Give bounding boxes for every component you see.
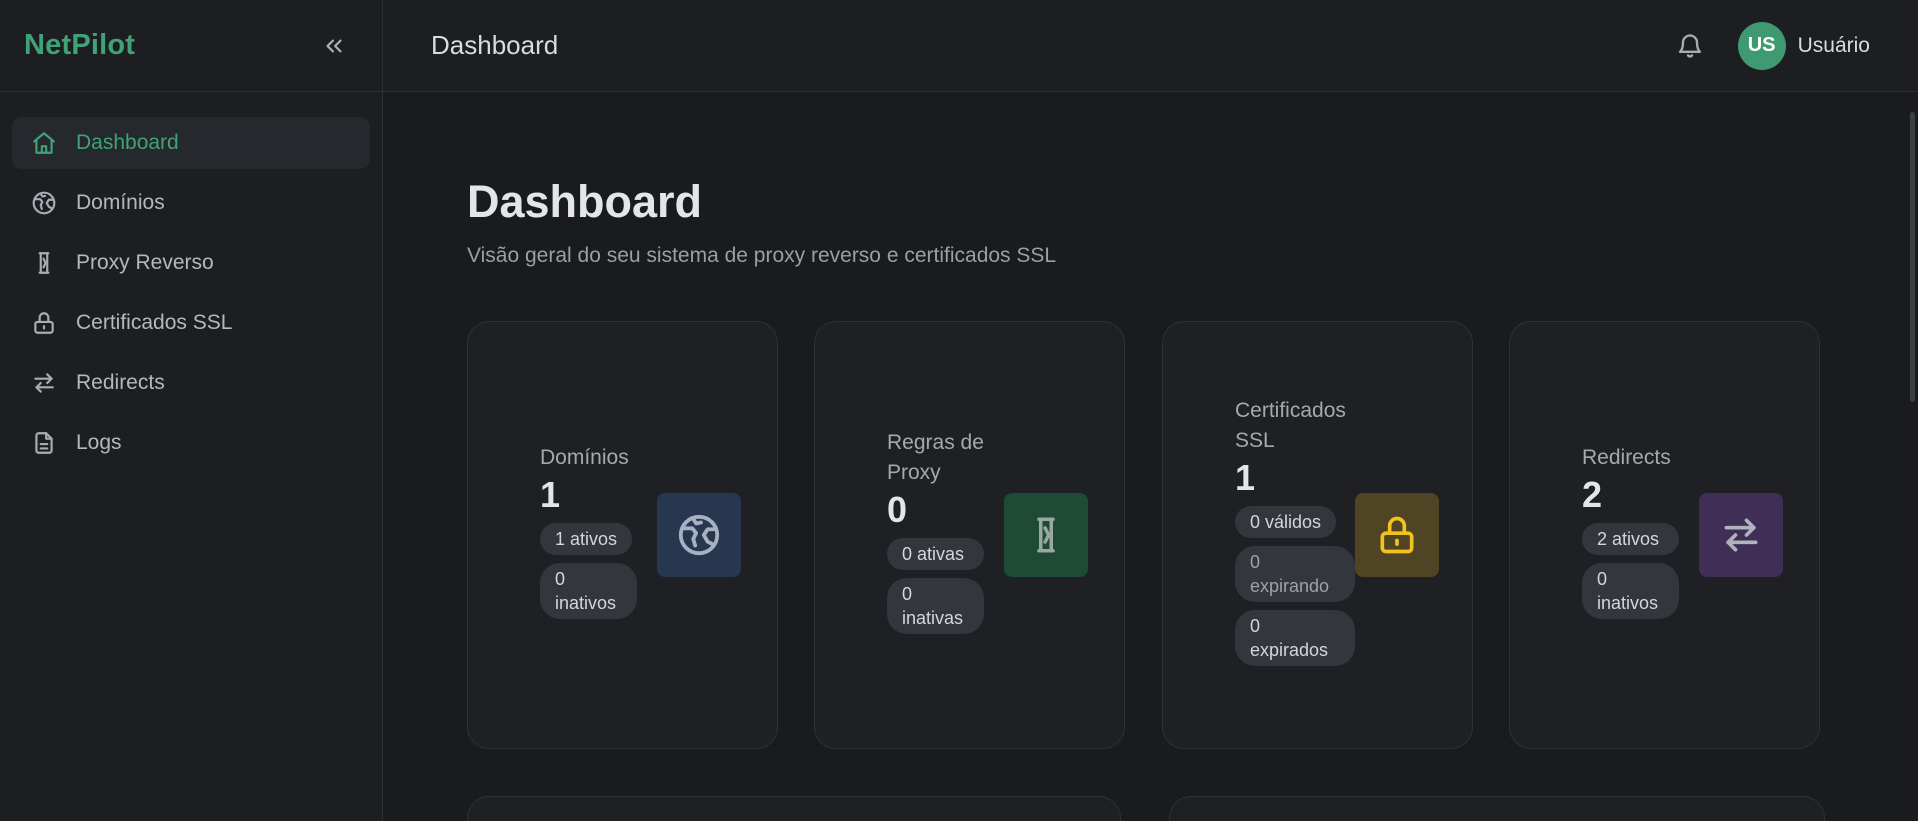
status-badge: 0 inativos	[1582, 563, 1679, 619]
status-badge: 1 ativos	[540, 523, 633, 555]
status-badge: 0 ativas	[887, 538, 984, 570]
stat-card-label: Certificados SSL	[1235, 399, 1346, 452]
sidebar-item-proxy-reverso[interactable]: Proxy Reverso	[12, 237, 370, 289]
arrows-icon	[1699, 493, 1783, 577]
stat-card-regras-de-proxy[interactable]: Regras de Proxy 0 0 ativas 0 inativas	[814, 321, 1125, 749]
collapse-sidebar-button[interactable]	[318, 30, 350, 62]
stat-card-label: Redirects	[1582, 446, 1671, 469]
status-badge: 0 expirando	[1235, 546, 1355, 602]
stat-card-value: 1	[1235, 457, 1256, 498]
stat-card-certificados-ssl[interactable]: Certificados SSL 1 0 válidos 0 expirando…	[1162, 321, 1473, 749]
proxy-icon	[1004, 493, 1088, 577]
lock-icon	[30, 309, 58, 337]
lower-panel-left	[467, 796, 1121, 821]
notifications-button[interactable]	[1672, 28, 1708, 64]
sidebar-item-label: Domínios	[76, 191, 165, 214]
sidebar-item-dominios[interactable]: Domínios	[12, 177, 370, 229]
sidebar-header: NetPilot	[0, 0, 382, 92]
lower-panel-right	[1169, 796, 1825, 821]
stat-card-redirects[interactable]: Redirects 2 2 ativos 0 inativos	[1509, 321, 1820, 749]
sidebar-item-logs[interactable]: Logs	[12, 417, 370, 469]
status-badge: 0 inativos	[540, 563, 637, 619]
proxy-icon	[30, 249, 58, 277]
status-badge: 0 expirados	[1235, 610, 1355, 666]
status-badge: 0 válidos	[1235, 506, 1337, 538]
sidebar-item-label: Logs	[76, 431, 122, 454]
status-badge: 0 inativas	[887, 578, 984, 634]
brand-logo[interactable]: NetPilot	[24, 29, 135, 62]
user-menu[interactable]: US Usuário	[1737, 21, 1870, 70]
topbar-title: Dashboard	[431, 30, 559, 60]
globe-icon	[30, 189, 58, 217]
globe-icon	[657, 493, 741, 577]
topbar: Dashboard US Usuário	[383, 0, 1918, 92]
arrows-icon	[30, 369, 58, 397]
sidebar-item-dashboard[interactable]: Dashboard	[12, 117, 370, 169]
user-name: Usuário	[1797, 33, 1870, 57]
stat-card-dominios[interactable]: Domínios 1 1 ativos 0 inativos	[467, 321, 778, 749]
main-content: Dashboard Visão geral do seu sistema de …	[383, 92, 1918, 821]
stat-card-value: 0	[887, 489, 908, 530]
status-badge: 2 ativos	[1582, 523, 1679, 555]
sidebar-item-label: Redirects	[76, 371, 165, 394]
chevrons-left-icon	[326, 39, 342, 52]
lock-icon	[1355, 493, 1439, 577]
avatar: US	[1737, 21, 1786, 70]
stat-card-label: Regras de Proxy	[887, 431, 984, 484]
sidebar-item-label: Certificados SSL	[76, 311, 233, 334]
stat-card-value: 2	[1582, 474, 1603, 515]
app: NetPilot Dashboard Domínios Proxy Revers…	[0, 0, 1918, 821]
stat-card-value: 1	[540, 474, 561, 515]
bell-icon	[1678, 33, 1701, 58]
file-icon	[30, 429, 58, 457]
sidebar-item-certificados-ssl[interactable]: Certificados SSL	[12, 297, 370, 349]
home-icon	[30, 129, 58, 157]
page-title: Dashboard	[467, 176, 703, 227]
sidebar-item-label: Dashboard	[76, 131, 179, 154]
sidebar-item-redirects[interactable]: Redirects	[12, 357, 370, 409]
page-subtitle: Visão geral do seu sistema de proxy reve…	[467, 244, 1057, 267]
stat-card-label: Domínios	[540, 446, 629, 469]
sidebar-nav: Dashboard Domínios Proxy Reverso Certifi…	[0, 92, 382, 469]
scrollbar-thumb[interactable]	[1910, 112, 1915, 402]
sidebar: NetPilot Dashboard Domínios Proxy Revers…	[0, 0, 383, 821]
sidebar-item-label: Proxy Reverso	[76, 251, 214, 274]
scrollbar[interactable]	[1906, 92, 1918, 821]
